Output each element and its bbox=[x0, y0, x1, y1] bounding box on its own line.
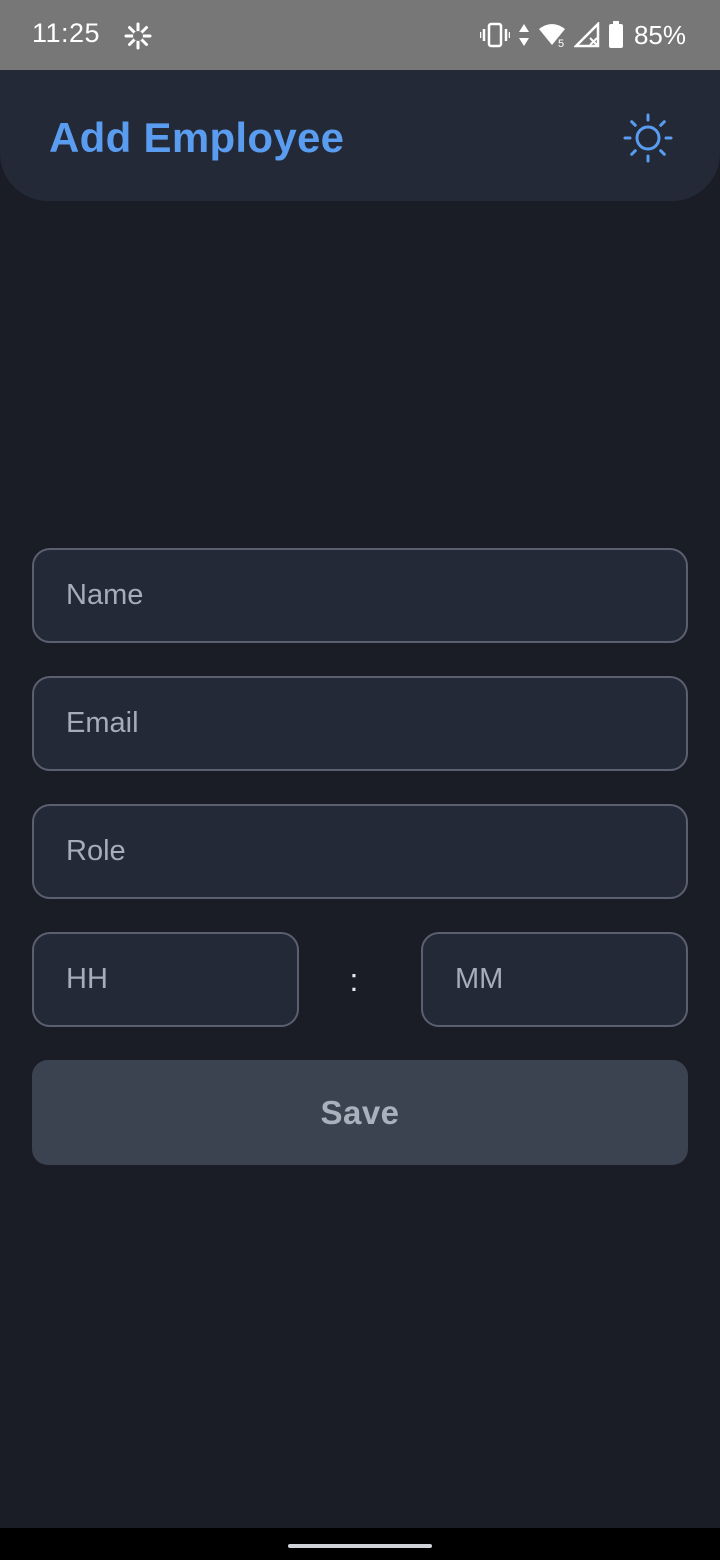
role-field[interactable] bbox=[32, 804, 688, 899]
add-employee-screen: 11:25 5 85% Add Employee Name Email Role… bbox=[0, 0, 720, 1560]
time-separator: : bbox=[349, 962, 359, 998]
app-bar: Add Employee bbox=[0, 70, 720, 201]
email-input[interactable] bbox=[34, 678, 686, 769]
role-input[interactable] bbox=[34, 806, 686, 897]
name-input[interactable] bbox=[34, 550, 686, 641]
status-bar: 11:25 5 85% bbox=[0, 0, 720, 70]
save-button[interactable]: Save bbox=[32, 1060, 688, 1165]
minute-field[interactable] bbox=[421, 932, 688, 1027]
sun-icon bbox=[623, 113, 673, 163]
email-field[interactable] bbox=[32, 676, 688, 771]
status-time: 11:25 bbox=[32, 18, 101, 48]
name-field[interactable] bbox=[32, 548, 688, 643]
minute-input[interactable] bbox=[423, 934, 686, 1025]
settings-gear-icon bbox=[124, 22, 152, 50]
status-icons: 5 85% bbox=[479, 19, 686, 50]
hour-input[interactable] bbox=[34, 934, 297, 1025]
svg-text:5: 5 bbox=[558, 38, 564, 48]
page-title: Add Employee bbox=[49, 114, 345, 161]
home-gesture-handle[interactable] bbox=[288, 1544, 432, 1548]
battery-icon bbox=[608, 21, 623, 48]
data-arrows-icon bbox=[518, 24, 529, 46]
theme-toggle-button[interactable] bbox=[620, 110, 676, 166]
system-nav-bar bbox=[0, 1528, 720, 1560]
battery-percent: 85% bbox=[633, 19, 686, 50]
signal-icon bbox=[573, 22, 600, 48]
wifi-icon: 5 bbox=[538, 24, 565, 48]
vibrate-icon bbox=[479, 22, 510, 48]
hour-field[interactable] bbox=[32, 932, 299, 1027]
